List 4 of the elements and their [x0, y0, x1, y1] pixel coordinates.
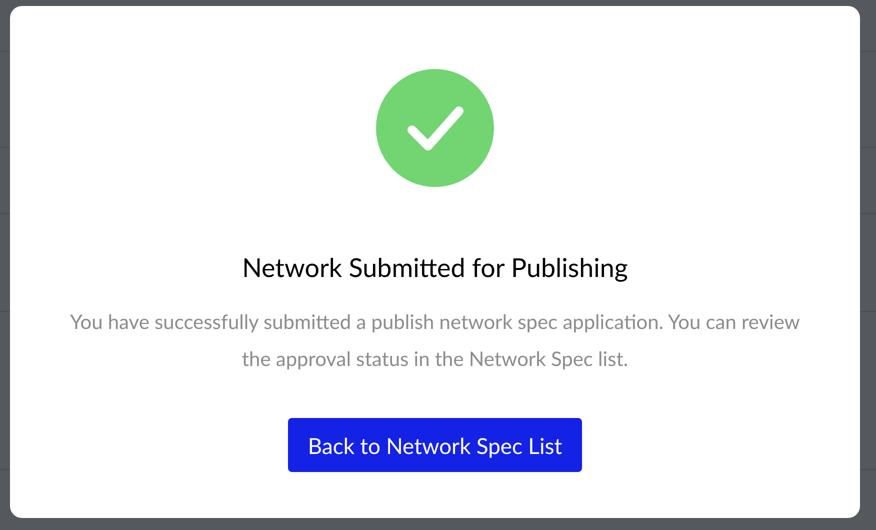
back-button[interactable]: Back to Network Spec List — [288, 418, 582, 472]
checkmark-icon — [376, 69, 494, 187]
dialog-message: You have successfully submitted a publish network spec application. You can review the approval status in the Network Spec list. — [69, 309, 801, 373]
dialog-title: Network Submitted for Publishing — [242, 250, 628, 284]
